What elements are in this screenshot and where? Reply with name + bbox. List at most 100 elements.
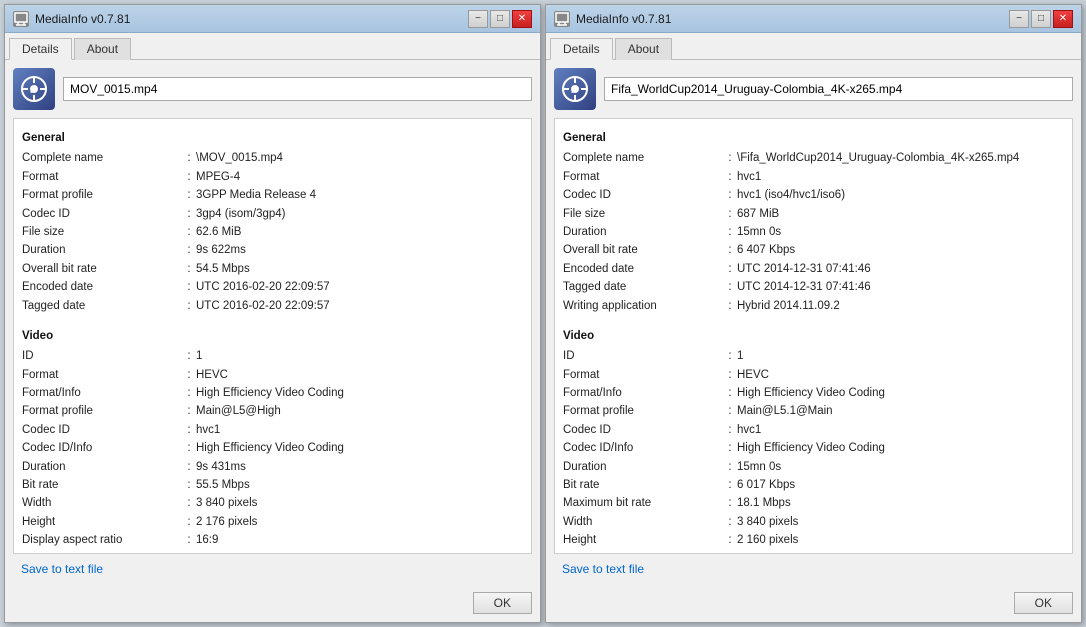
info-label: Overall bit rate [22, 260, 182, 278]
info-label: ID [22, 347, 182, 365]
info-colon: : [182, 402, 196, 420]
info-colon: : [182, 186, 196, 204]
info-colon: : [723, 205, 737, 223]
info-colon: : [182, 366, 196, 384]
info-scroll-2[interactable]: GeneralComplete name:\Fifa_WorldCup2014_… [554, 118, 1073, 554]
window-1: MediaInfo v0.7.81 − □ ✕ Details About i [4, 4, 541, 623]
info-row: Tagged date:UTC 2016-02-20 22:09:57 [22, 297, 523, 315]
info-row: ID:1 [563, 347, 1064, 365]
content-area-1: i GeneralComplete name:\MOV_0015.mp4Form… [5, 60, 540, 588]
info-colon: : [723, 550, 737, 554]
info-colon: : [182, 241, 196, 259]
bottom-bar-2: Save to text file [554, 558, 1073, 580]
save-link-2[interactable]: Save to text file [562, 562, 644, 576]
info-row: Maximum bit rate:18.1 Mbps [563, 494, 1064, 512]
maximize-button-1[interactable]: □ [490, 10, 510, 28]
minimize-button-1[interactable]: − [468, 10, 488, 28]
info-value: MPEG-4 [196, 168, 523, 186]
section-title: General [22, 129, 523, 147]
info-row: Format/Info:High Efficiency Video Coding [22, 384, 523, 402]
info-value: UTC 2014-12-31 07:41:46 [737, 260, 1064, 278]
info-row: Display aspect ratio:16:9 [563, 550, 1064, 554]
info-label: Format profile [22, 402, 182, 420]
info-label: Format [22, 168, 182, 186]
tab-about-2[interactable]: About [615, 38, 672, 60]
info-label: Display aspect ratio [563, 550, 723, 554]
info-value: HEVC [737, 366, 1064, 384]
tabs-bar-1: Details About [5, 33, 540, 60]
info-label: Encoded date [22, 278, 182, 296]
info-colon: : [723, 458, 737, 476]
info-row: Codec ID/Info:High Efficiency Video Codi… [22, 439, 523, 457]
info-value: High Efficiency Video Coding [196, 439, 523, 457]
info-row: Format:hvc1 [563, 168, 1064, 186]
info-value: 6 017 Kbps [737, 476, 1064, 494]
info-row: Width:3 840 pixels [22, 494, 523, 512]
info-colon: : [182, 458, 196, 476]
info-colon: : [182, 531, 196, 549]
info-colon: : [182, 223, 196, 241]
filename-input-1[interactable] [63, 77, 532, 101]
info-value: 3 840 pixels [737, 513, 1064, 531]
info-label: Encoded date [563, 260, 723, 278]
info-value: 15mn 0s [737, 223, 1064, 241]
svg-text:i: i [30, 86, 32, 95]
save-link-1[interactable]: Save to text file [21, 562, 103, 576]
info-colon: : [182, 421, 196, 439]
info-value: High Efficiency Video Coding [737, 439, 1064, 457]
info-colon: : [723, 531, 737, 549]
tab-details-2[interactable]: Details [550, 38, 613, 60]
info-value: \MOV_0015.mp4 [196, 149, 523, 167]
tab-about-1[interactable]: About [74, 38, 131, 60]
info-row: Bit rate:55.5 Mbps [22, 476, 523, 494]
info-scroll-1[interactable]: GeneralComplete name:\MOV_0015.mp4Format… [13, 118, 532, 554]
info-label: Complete name [563, 149, 723, 167]
tab-details-1[interactable]: Details [9, 38, 72, 60]
info-colon: : [182, 513, 196, 531]
info-colon: : [182, 347, 196, 365]
info-label: Codec ID/Info [22, 439, 182, 457]
info-colon: : [723, 278, 737, 296]
info-row: Overall bit rate:54.5 Mbps [22, 260, 523, 278]
info-row: Encoded date:UTC 2016-02-20 22:09:57 [22, 278, 523, 296]
ok-button-2[interactable]: OK [1014, 592, 1073, 614]
info-colon: : [182, 149, 196, 167]
info-row: Height:2 160 pixels [563, 531, 1064, 549]
info-value: High Efficiency Video Coding [737, 384, 1064, 402]
app-icon-1 [13, 11, 29, 27]
info-colon: : [723, 384, 737, 402]
info-row: ID:1 [22, 347, 523, 365]
info-colon: : [723, 366, 737, 384]
info-label: Duration [563, 223, 723, 241]
info-label: File size [563, 205, 723, 223]
info-value: hvc1 [196, 421, 523, 439]
info-row: Display aspect ratio:16:9 [22, 531, 523, 549]
info-spacer [563, 315, 1064, 323]
section-title: General [563, 129, 1064, 147]
info-row: Format/Info:High Efficiency Video Coding [563, 384, 1064, 402]
info-label: Tagged date [563, 278, 723, 296]
info-row: Overall bit rate:6 407 Kbps [563, 241, 1064, 259]
info-row: Format:MPEG-4 [22, 168, 523, 186]
info-label: Codec ID [563, 421, 723, 439]
ok-button-1[interactable]: OK [473, 592, 532, 614]
info-value: 15mn 0s [737, 458, 1064, 476]
info-colon: : [723, 223, 737, 241]
filename-input-2[interactable] [604, 77, 1073, 101]
close-button-2[interactable]: ✕ [1053, 10, 1073, 28]
minimize-button-2[interactable]: − [1009, 10, 1029, 28]
info-colon: : [182, 476, 196, 494]
info-value: 3GPP Media Release 4 [196, 186, 523, 204]
close-button-1[interactable]: ✕ [512, 10, 532, 28]
info-label: Format [563, 366, 723, 384]
content-area-2: i GeneralComplete name:\Fifa_WorldCup201… [546, 60, 1081, 588]
title-text-2: MediaInfo v0.7.81 [576, 12, 671, 26]
info-row: Codec ID/Info:High Efficiency Video Codi… [563, 439, 1064, 457]
info-row: Frame rate mode:Variable [22, 550, 523, 554]
info-row: Tagged date:UTC 2014-12-31 07:41:46 [563, 278, 1064, 296]
info-colon: : [723, 297, 737, 315]
info-value: 54.5 Mbps [196, 260, 523, 278]
maximize-button-2[interactable]: □ [1031, 10, 1051, 28]
footer-bar-1: OK [5, 588, 540, 622]
info-value: UTC 2016-02-20 22:09:57 [196, 297, 523, 315]
